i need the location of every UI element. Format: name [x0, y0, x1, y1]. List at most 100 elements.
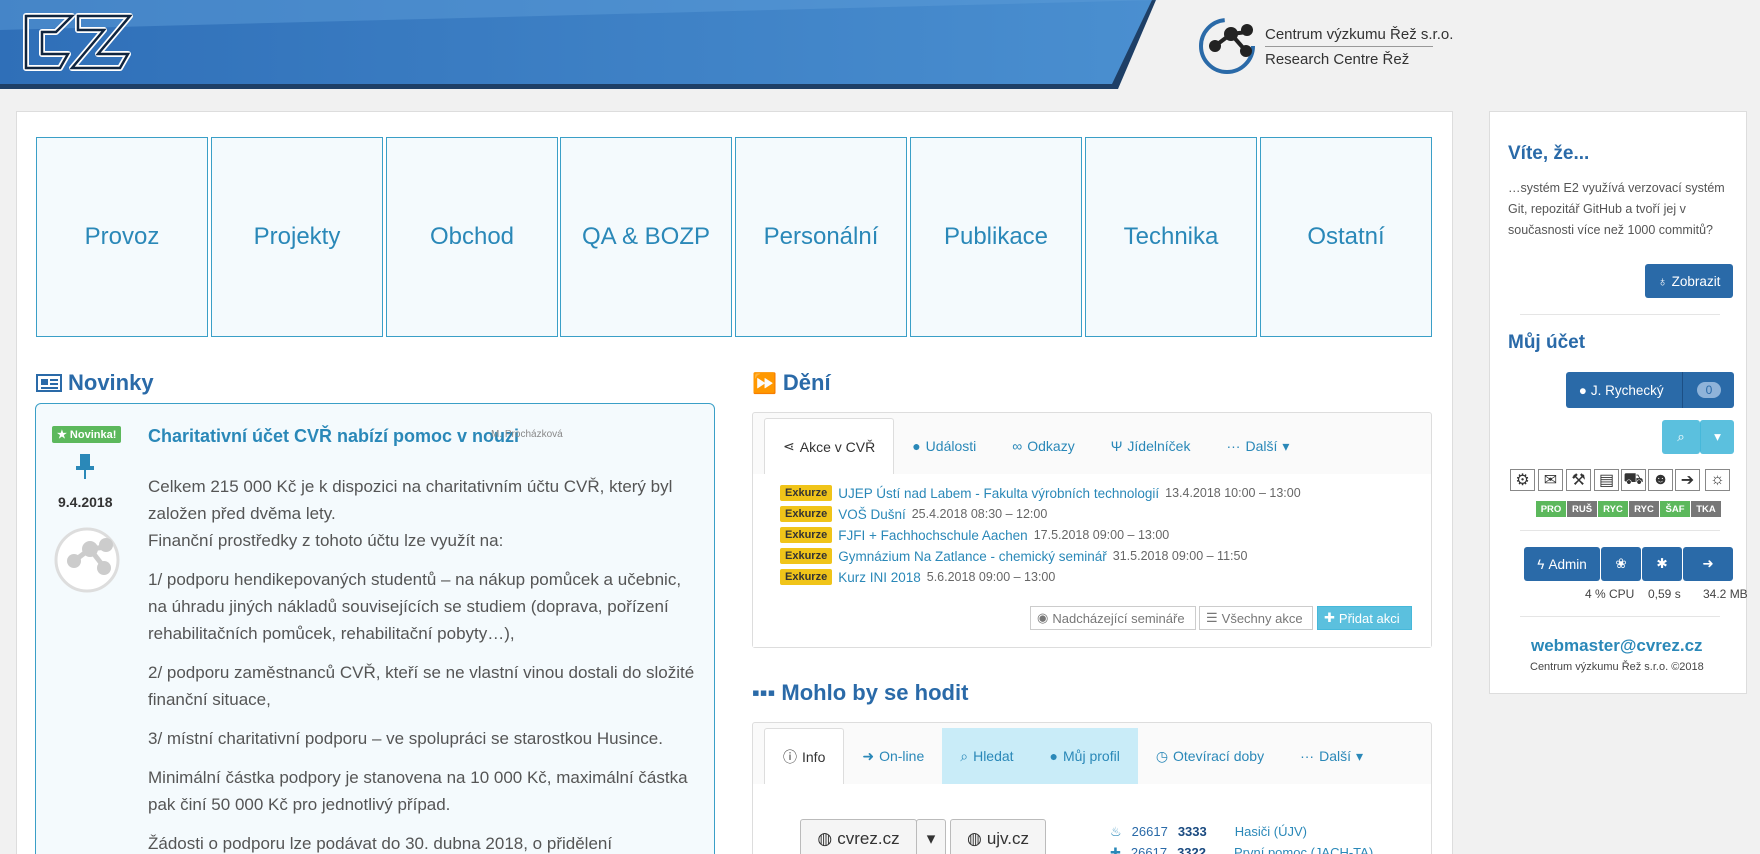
more-icon: ···: [1226, 438, 1241, 454]
group-pill[interactable]: RYC: [1629, 501, 1659, 517]
tab-udalosti[interactable]: ● Události: [894, 418, 994, 474]
event-row: Exkurze Kurz INI 2018 5.6.2018 09:00 – 13:…: [780, 569, 1055, 585]
event-time: 25.4.2018 08:30 – 12:00: [911, 507, 1048, 521]
tab-label: Info: [802, 748, 826, 765]
event-link[interactable]: FJFI + Fachhochschule Aachen: [838, 528, 1027, 543]
group-pill[interactable]: ŠAF: [1660, 501, 1690, 517]
tab-dalsi-2[interactable]: ··· Další ▾: [1282, 728, 1381, 784]
tab-odkazy[interactable]: ∞ Odkazy: [994, 418, 1092, 474]
wrench-icon[interactable]: ⚒: [1566, 469, 1591, 491]
category-tile-provoz[interactable]: Provoz: [36, 137, 208, 337]
phone-name-link[interactable]: Hasiči (ÚJV): [1235, 824, 1307, 840]
admin-button[interactable]: ϟ Admin: [1524, 547, 1600, 581]
caret-down-icon: ▾: [1714, 429, 1721, 444]
event-link[interactable]: VOŠ Dušní: [838, 507, 906, 522]
tab-label: Otevírací doby: [1173, 748, 1265, 764]
tab-oteviraci-doby[interactable]: ◷ Otevírací doby: [1138, 728, 1282, 784]
phone-name-link[interactable]: První pomoc (JACH-TA): [1234, 845, 1373, 854]
category-tile-obchod[interactable]: Obchod: [386, 137, 558, 337]
bug-button[interactable]: ✱: [1642, 547, 1682, 581]
did-you-know-text: …systém E2 využívá verzovací systém Git,…: [1508, 181, 1725, 237]
event-row: Exkurze Gymnázium Na Zatlance - chemický …: [780, 548, 1247, 564]
globe-icon: ◍: [966, 829, 982, 848]
group-pill[interactable]: RYC: [1598, 501, 1628, 517]
pin-icon[interactable]: [75, 452, 95, 480]
share-icon: ⋖: [783, 438, 795, 454]
news-paragraph: Žádosti o podporu lze podávat do 30. dub…: [148, 834, 613, 853]
tab-hledat[interactable]: ⌕ Hledat: [942, 728, 1032, 784]
medkit-icon: ✚: [1110, 845, 1121, 854]
category-tile-ostatni[interactable]: Ostatní: [1260, 137, 1432, 337]
next-button[interactable]: ➜: [1683, 547, 1733, 581]
header-banner: [0, 0, 1160, 89]
circle-icon: ◉: [1037, 610, 1049, 625]
news-date: 9.4.2018: [58, 494, 113, 510]
search-button[interactable]: ⌕: [1662, 420, 1700, 454]
phone-prefix: 26617: [1130, 845, 1168, 854]
info-icon: ⓘ: [783, 748, 797, 765]
cz-logo[interactable]: [20, 10, 135, 74]
search-dropdown-toggle[interactable]: ▾: [1700, 420, 1734, 454]
lightbulb-icon: ♁: [1657, 273, 1668, 289]
sun-icon[interactable]: ☼: [1705, 469, 1730, 491]
deni-heading-label: Dění: [782, 370, 831, 395]
domain-dropdown-toggle[interactable]: ▾: [916, 819, 946, 854]
group-pill[interactable]: RUŠ: [1567, 501, 1597, 517]
envelope-icon[interactable]: ✉: [1538, 469, 1563, 491]
tab-label: Další: [1319, 748, 1351, 764]
ellipsis-icon: ▪▪▪: [752, 680, 776, 705]
arrow-circle-icon[interactable]: ➔: [1675, 469, 1700, 491]
event-link[interactable]: Kurz INI 2018: [838, 570, 921, 585]
domain-ujv-button[interactable]: ◍ ujv.cz: [950, 819, 1046, 854]
tab-muj-profil[interactable]: ● Můj profil: [1031, 728, 1138, 784]
phone-prefix: 26617: [1131, 824, 1168, 839]
tab-akce[interactable]: ⋖ Akce v CVŘ: [764, 418, 895, 474]
category-tile-technika[interactable]: Technika: [1085, 137, 1257, 337]
tab-jidelnicek[interactable]: Ψ Jídelníček: [1093, 418, 1209, 474]
event-badge: Exkurze: [780, 548, 833, 564]
button-label: J. Rychecký: [1590, 382, 1664, 398]
category-tile-publikace[interactable]: Publikace: [910, 137, 1082, 337]
tab-dalsi[interactable]: ··· Další ▾: [1208, 418, 1307, 474]
group-pill[interactable]: PRO: [1536, 501, 1566, 517]
cart-icon[interactable]: ⛟: [1621, 469, 1646, 491]
more-icon: ···: [1300, 748, 1315, 764]
tab-online[interactable]: ➜ On-line: [844, 728, 942, 784]
category-tile-projekty[interactable]: Projekty: [211, 137, 383, 337]
news-title-link[interactable]: Charitativní účet CVŘ nabízí pomoc v nou…: [148, 426, 519, 447]
event-time: 13.4.2018 10:00 – 13:00: [1165, 486, 1301, 500]
tab-info[interactable]: ⓘ Info: [764, 728, 845, 784]
puzzle-icon[interactable]: ⚙: [1510, 469, 1535, 491]
category-tile-qa-bozp[interactable]: QA & BOZP: [560, 137, 732, 337]
event-time: 5.6.2018 09:00 – 13:00: [926, 570, 1056, 584]
category-tile-personalni[interactable]: Personální: [735, 137, 907, 337]
button-label: Přidat akci: [1338, 610, 1400, 626]
notification-count[interactable]: 0: [1696, 382, 1722, 398]
news-paragraph: Celkem 215 000 Kč je k dispozici na char…: [148, 477, 673, 550]
phone-row: ✚ 26617 3322 První pomoc (JACH-TA): [1110, 845, 1373, 854]
upcoming-seminars-button[interactable]: ◉ Nadcházející semináře: [1030, 606, 1196, 630]
paw-icon: ❀: [1615, 556, 1627, 571]
group-pill[interactable]: TKA: [1691, 501, 1721, 517]
button-label: Admin: [1548, 556, 1587, 572]
useful-tabs: ⓘ Info ➜ On-line ⌕ Hledat ● Můj profil ◷ Otev…: [764, 728, 1381, 784]
users-icon[interactable]: ☻: [1648, 469, 1673, 491]
paw-button[interactable]: ❀: [1601, 547, 1641, 581]
all-events-button[interactable]: ☰ Všechny akce: [1199, 606, 1313, 630]
domain-cvrez-button[interactable]: ◍ cvrez.cz: [800, 819, 917, 854]
sidebar-divider: [1520, 616, 1720, 617]
author-avatar: [54, 527, 120, 593]
useful-heading-label: Mohlo by se hodit: [781, 680, 969, 705]
book-icon[interactable]: ▤: [1594, 469, 1619, 491]
add-event-button[interactable]: ✚ Přidat akci: [1317, 606, 1412, 630]
tab-label: On-line: [879, 748, 925, 764]
show-button[interactable]: ♁ Zobrazit: [1645, 264, 1733, 298]
webmaster-email-link[interactable]: webmaster@cvrez.cz: [1531, 636, 1703, 656]
user-account-button[interactable]: ● J. Rychecký 0: [1566, 372, 1734, 408]
event-link[interactable]: UJEP Ústí nad Labem - Fakulta výrobních …: [838, 486, 1159, 501]
phone-ext: 3322: [1177, 845, 1206, 854]
search-icon: ⌕: [960, 747, 969, 764]
button-label: Všechny akce: [1221, 610, 1303, 626]
event-link[interactable]: Gymnázium Na Zatlance - chemický seminář: [838, 549, 1107, 564]
globe-icon: ●: [912, 438, 921, 454]
